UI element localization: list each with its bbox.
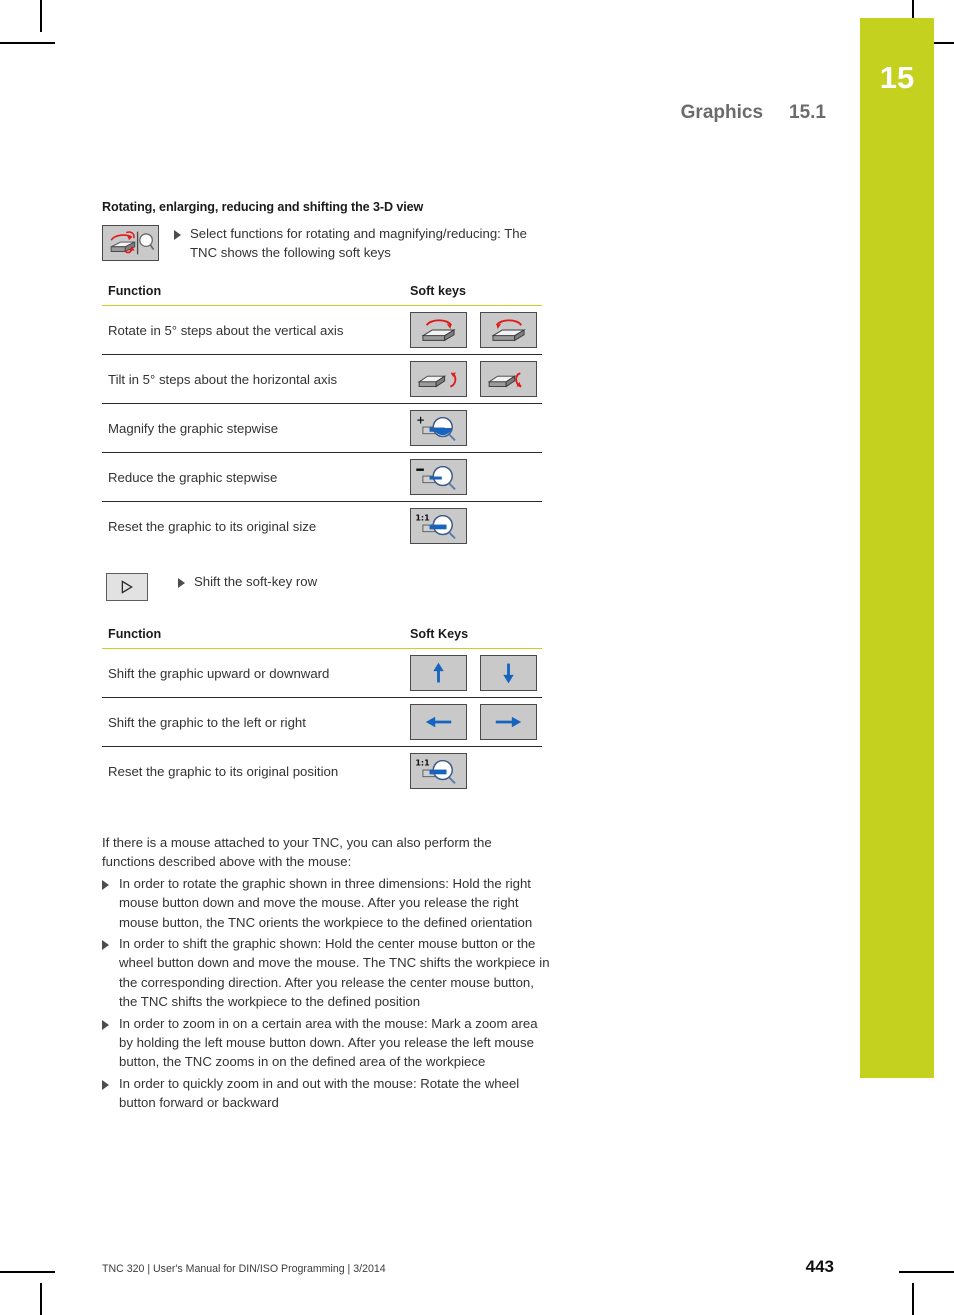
arrow-down-key[interactable] bbox=[480, 655, 537, 691]
table1-row0-key0-cell bbox=[402, 305, 472, 355]
table2-header-function: Function bbox=[102, 627, 402, 649]
zoom-in-key-label: + bbox=[416, 414, 425, 426]
shift-softkey-row-key[interactable] bbox=[106, 573, 148, 601]
mouse-bullet-1: In order to shift the graphic shown: Hol… bbox=[119, 936, 550, 1010]
table2-row1-function: Shift the graphic to the left or right bbox=[102, 697, 402, 747]
list-item: In order to shift the graphic shown: Hol… bbox=[102, 934, 554, 1012]
running-head-title: Graphics bbox=[680, 102, 764, 123]
table2-row2-function: Reset the graphic to its original positi… bbox=[108, 763, 339, 779]
table1-row4-function: Reset the graphic to its original size bbox=[108, 518, 317, 534]
mouse-bullet-0: In order to rotate the graphic shown in … bbox=[119, 875, 533, 930]
table1-row2-key0-cell: + bbox=[402, 403, 542, 453]
table-row: Reset the graphic to its original size 1… bbox=[102, 502, 542, 551]
arrow-up-key[interactable] bbox=[410, 655, 467, 691]
table2-row0-key1-cell bbox=[472, 648, 542, 698]
crop-mark-bottom-left-horizontal bbox=[0, 1271, 55, 1273]
crop-mark-top-left-horizontal bbox=[0, 42, 55, 44]
tilt-horizontal-up-key[interactable] bbox=[410, 361, 467, 397]
mouse-section-bullets: In order to rotate the graphic shown in … bbox=[102, 874, 554, 1113]
page-content: Rotating, enlarging, reducing and shifti… bbox=[102, 200, 550, 1115]
zoom-reset-size-key-label: 1:1 bbox=[415, 513, 430, 522]
table1-row0-function: Rotate in 5° steps about the vertical ax… bbox=[102, 305, 402, 355]
table1-row4-key0-cell: 1:1 bbox=[402, 502, 542, 551]
crop-mark-bottom-right-vertical bbox=[912, 1283, 914, 1315]
table1-row1-key0-cell bbox=[402, 354, 472, 404]
shift-softkey-row-step: Shift the soft-key row bbox=[102, 572, 542, 601]
bullet-triangle-icon bbox=[174, 230, 181, 240]
table2-row2-key0-cell: 1:1 bbox=[402, 747, 542, 796]
rotate-vertical-ccw-key[interactable] bbox=[410, 312, 467, 348]
mouse-bullet-3: In order to quickly zoom in and out with… bbox=[119, 1075, 520, 1111]
rotate-magnify-icon[interactable] bbox=[102, 225, 159, 261]
zoom-out-key-label bbox=[416, 468, 424, 471]
running-head: Graphics 15.1 bbox=[0, 102, 826, 124]
footer-imprint: TNC 320 | User's Manual for DIN/ISO Prog… bbox=[102, 1263, 386, 1275]
table-row: Tilt in 5° steps about the horizontal ax… bbox=[102, 354, 542, 404]
table-row: Reset the graphic to its original positi… bbox=[102, 747, 542, 796]
crop-mark-bottom-right-horizontal bbox=[899, 1271, 954, 1273]
shift-softkey-row-label: Shift the soft-key row bbox=[194, 574, 318, 589]
running-head-section: 15.1 bbox=[789, 102, 826, 123]
table-row: Reduce the graphic stepwise bbox=[102, 452, 542, 502]
page-number: 443 bbox=[805, 1257, 834, 1276]
zoom-in-key[interactable]: + bbox=[410, 410, 467, 446]
intro-step-text-wrap: Select functions for rotating and magnif… bbox=[174, 224, 542, 262]
table2-header-softkeys: Soft Keys bbox=[402, 627, 542, 649]
table1-header-function: Function bbox=[102, 284, 402, 306]
table-row: Shift the graphic to the left or right bbox=[102, 697, 542, 747]
table1-header-softkeys: Soft keys bbox=[402, 284, 542, 306]
table1-row0-key1-cell bbox=[472, 305, 542, 355]
table2-row0-function: Shift the graphic upward or downward bbox=[102, 648, 402, 698]
table-row: Rotate in 5° steps about the vertical ax… bbox=[102, 305, 542, 355]
list-item: In order to zoom in on a certain area wi… bbox=[102, 1014, 554, 1072]
crop-mark-top-left-vertical bbox=[40, 0, 42, 32]
table-row: Magnify the graphic stepwise + bbox=[102, 403, 542, 453]
bullet-triangle-icon bbox=[102, 879, 109, 890]
mouse-section-intro: If there is a mouse attached to your TNC… bbox=[102, 835, 492, 870]
intro-step: Select functions for rotating and magnif… bbox=[102, 224, 542, 262]
zoom-reset-position-key[interactable]: 1:1 bbox=[410, 753, 467, 789]
chapter-tab: 15 bbox=[860, 18, 934, 1078]
table2-row1-key1-cell bbox=[472, 697, 542, 747]
bullet-triangle-icon bbox=[102, 940, 109, 951]
table2-row1-key0-cell bbox=[402, 697, 472, 747]
arrow-right-key[interactable] bbox=[480, 704, 537, 740]
table1-row3-function: Reduce the graphic stepwise bbox=[102, 452, 402, 502]
table1-row2-function: Magnify the graphic stepwise bbox=[102, 403, 402, 453]
table1-row3-key0-cell bbox=[402, 452, 542, 502]
zoom-out-key[interactable] bbox=[410, 459, 467, 495]
list-item: In order to quickly zoom in and out with… bbox=[102, 1074, 554, 1113]
shift-softkey-row-text-wrap: Shift the soft-key row bbox=[178, 572, 317, 591]
table1-row1-function: Tilt in 5° steps about the horizontal ax… bbox=[102, 354, 402, 404]
table2-header-row: Function Soft Keys bbox=[102, 627, 542, 649]
zoom-reset-position-key-label: 1:1 bbox=[415, 758, 430, 767]
mouse-bullet-2: In order to zoom in on a certain area wi… bbox=[119, 1015, 538, 1070]
table1-header-row: Function Soft keys bbox=[102, 284, 542, 306]
table-row: Shift the graphic upward or downward bbox=[102, 648, 542, 698]
crop-mark-bottom-left-vertical bbox=[40, 1283, 42, 1315]
chapter-number: 15 bbox=[879, 60, 915, 95]
softkey-table-1: Function Soft keys Rotate in 5° steps ab… bbox=[102, 284, 542, 550]
bullet-triangle-icon bbox=[102, 1019, 109, 1030]
list-item: In order to rotate the graphic shown in … bbox=[102, 874, 554, 932]
table2-row0-key0-cell bbox=[402, 648, 472, 698]
intro-step-text: Select functions for rotating and magnif… bbox=[190, 226, 527, 260]
zoom-reset-size-key[interactable]: 1:1 bbox=[410, 508, 467, 544]
shift-softkey-row-icon-slot bbox=[102, 572, 178, 601]
bullet-triangle-icon bbox=[178, 578, 185, 588]
arrow-left-key[interactable] bbox=[410, 704, 467, 740]
tilt-horizontal-down-key[interactable] bbox=[480, 361, 537, 397]
table1-row1-key1-cell bbox=[472, 354, 542, 404]
rotate-vertical-cw-key[interactable] bbox=[480, 312, 537, 348]
page-footer: TNC 320 | User's Manual for DIN/ISO Prog… bbox=[102, 1257, 834, 1277]
section-heading: Rotating, enlarging, reducing and shifti… bbox=[102, 200, 424, 214]
bullet-triangle-icon bbox=[102, 1079, 109, 1090]
softkey-table-2: Function Soft Keys Shift the graphic upw… bbox=[102, 627, 542, 795]
intro-step-icon-slot bbox=[102, 224, 174, 261]
